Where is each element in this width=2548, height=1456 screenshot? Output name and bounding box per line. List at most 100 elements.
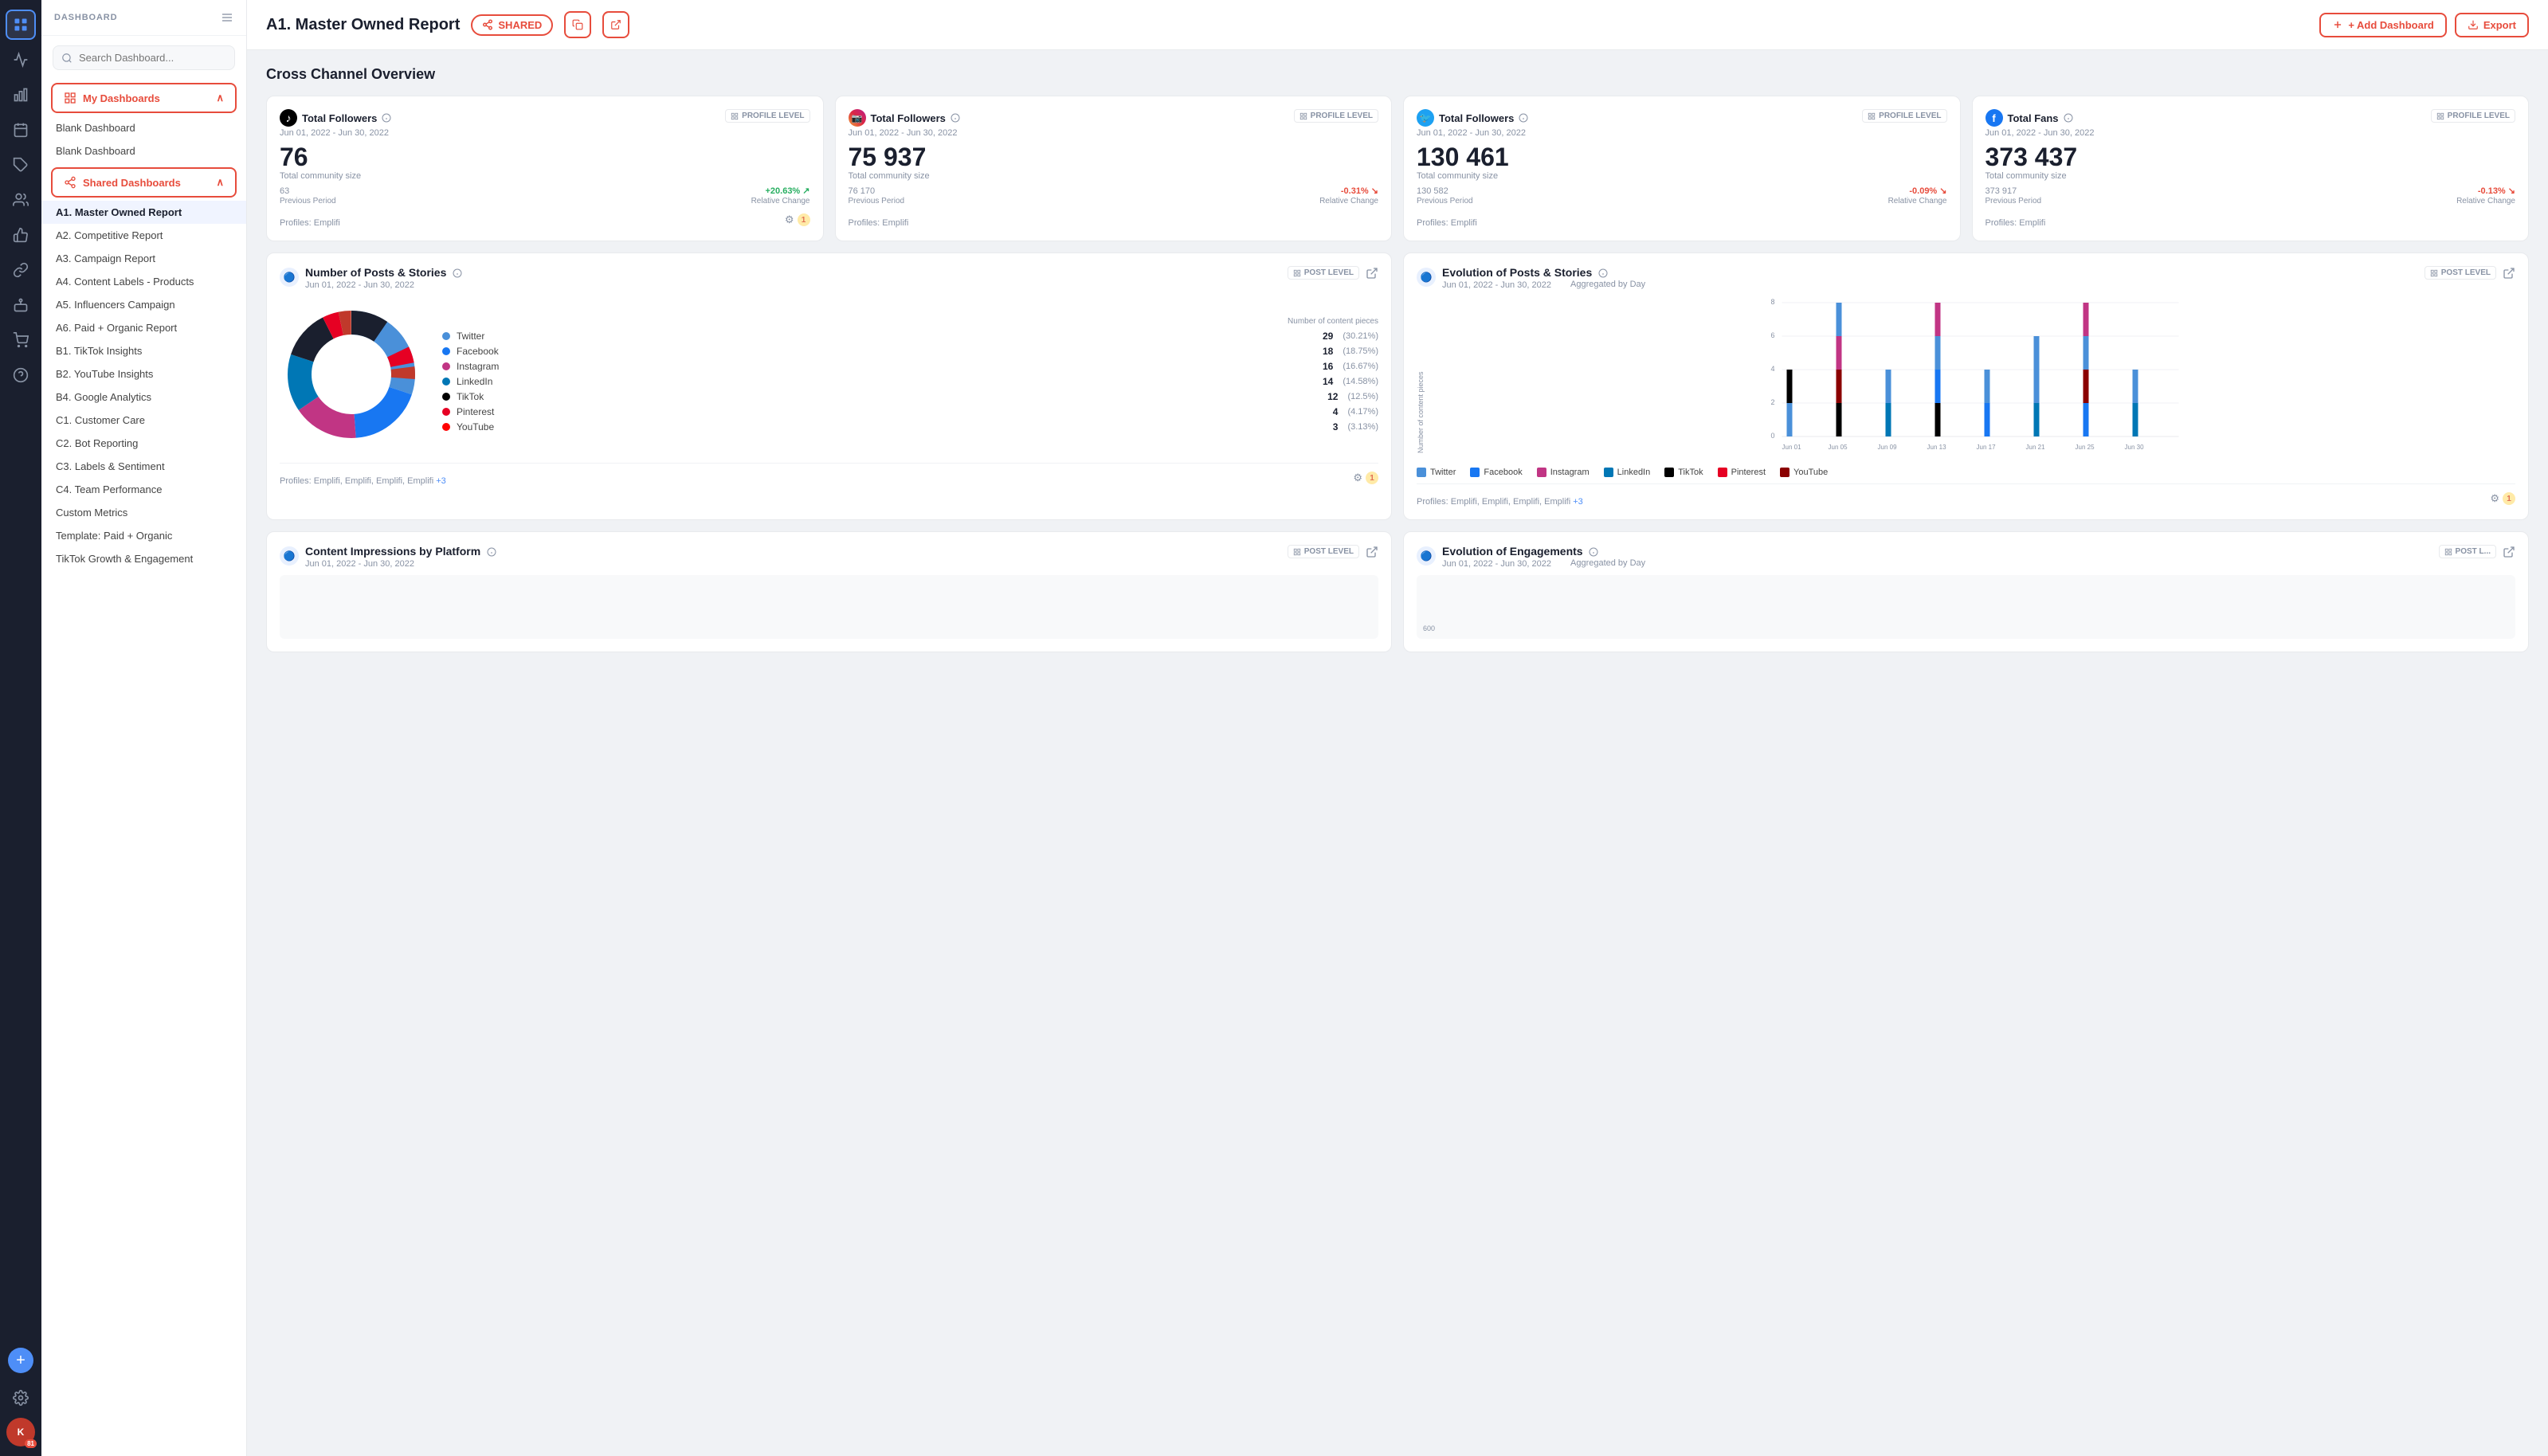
sidebar-item-custom-metrics[interactable]: Custom Metrics (41, 501, 246, 524)
content-area: Cross Channel Overview ♪ Total Followers… (247, 50, 2548, 1456)
section-title: Cross Channel Overview (266, 66, 2529, 83)
nav-icon-link[interactable] (6, 255, 36, 285)
info-icon (1519, 113, 1528, 123)
export-bar-chart-icon[interactable] (2503, 267, 2515, 280)
my-dashboards-section[interactable]: My Dashboards ∧ (51, 83, 237, 113)
nav-icon-help[interactable] (6, 360, 36, 390)
svg-text:Jun 09: Jun 09 (1878, 444, 1898, 451)
shared-badge[interactable]: SHARED (471, 14, 553, 36)
sidebar-item-blank2[interactable]: Blank Dashboard (41, 139, 246, 162)
tiktok-platform-icon: ♪ (280, 109, 297, 127)
chevron-up-icon: ∧ (216, 92, 224, 104)
sidebar-item-c2[interactable]: C2. Bot Reporting (41, 432, 246, 455)
sidebar-item-a1[interactable]: A1. Master Owned Report (41, 201, 246, 224)
bar-chart-svg: 8 6 4 2 0 (1428, 296, 2515, 456)
sidebar-item-a6[interactable]: A6. Paid + Organic Report (41, 316, 246, 339)
instagram-platform-icon: 📷 (849, 109, 866, 127)
profiles-more2[interactable]: +3 (1573, 497, 1583, 507)
post-level-icon4 (2444, 548, 2452, 556)
nav-icon-settings[interactable] (6, 1383, 36, 1413)
bar-chart-legend: Twitter Facebook Instagram LinkedIn TikT… (1417, 468, 2515, 477)
svg-text:8: 8 (1771, 298, 1775, 306)
legend-row-facebook: Facebook 18 (18.75%) (442, 346, 1378, 357)
top-bar-actions: + Add Dashboard Export (2319, 13, 2529, 37)
post-level-badge: POST LEVEL (1288, 266, 1359, 280)
nav-icon-grid[interactable] (6, 10, 36, 40)
search-input[interactable] (53, 45, 235, 70)
nav-icon-tag[interactable] (6, 150, 36, 180)
sidebar-search (41, 36, 246, 80)
copy-button[interactable] (564, 11, 591, 38)
plus-icon (2332, 19, 2343, 30)
external-link-button[interactable] (602, 11, 629, 38)
nav-icon-chart[interactable] (6, 45, 36, 75)
nav-icon-bar[interactable] (6, 80, 36, 110)
chevron-down-icon: ∧ (216, 176, 224, 189)
export-impressions-icon[interactable] (1366, 546, 1378, 558)
engagements-chart-partial: 600 (1417, 575, 2515, 639)
export-chart-icon[interactable] (1366, 267, 1378, 280)
info-icon (1598, 268, 1608, 278)
sidebar-item-blank1[interactable]: Blank Dashboard (41, 116, 246, 139)
shared-dashboards-section[interactable]: Shared Dashboards ∧ (51, 167, 237, 198)
sidebar-item-template[interactable]: Template: Paid + Organic (41, 524, 246, 547)
profile-icon (1868, 112, 1876, 120)
chart-cards-row1: 🔵 Number of Posts & Stories Jun 01, 2022… (266, 252, 2529, 520)
sidebar-item-b4[interactable]: B4. Google Analytics (41, 386, 246, 409)
nav-icon-thumbs[interactable] (6, 220, 36, 250)
legend-row-twitter: Twitter 29 (30.21%) (442, 331, 1378, 342)
sidebar-item-b1[interactable]: B1. TikTok Insights (41, 339, 246, 362)
profile-icon (731, 112, 739, 120)
user-avatar[interactable]: K 81 (6, 1418, 35, 1446)
sidebar: DASHBOARD My Dashboards ∧ Blank Dashboar… (41, 0, 247, 1456)
dashboard-icon (64, 92, 76, 104)
nav-icon-bot[interactable] (6, 290, 36, 320)
export-button[interactable]: Export (2455, 13, 2529, 37)
copy-icon (572, 19, 583, 30)
sidebar-item-c3[interactable]: C3. Labels & Sentiment (41, 455, 246, 478)
add-dashboard-button[interactable]: + Add Dashboard (2319, 13, 2447, 37)
metric-card-facebook: f Total Fans Jun 01, 2022 - Jun 30, 2022… (1972, 96, 2530, 241)
chart-platform-icon: 🔵 (280, 268, 299, 287)
sidebar-item-c4[interactable]: C4. Team Performance (41, 478, 246, 501)
nav-icon-calendar[interactable] (6, 115, 36, 145)
sidebar-item-a3[interactable]: A3. Campaign Report (41, 247, 246, 270)
profile-level-badge: PROFILE LEVEL (725, 109, 809, 123)
sidebar-item-a5[interactable]: A5. Influencers Campaign (41, 293, 246, 316)
metric-cards-row: ♪ Total Followers Jun 01, 2022 - Jun 30,… (266, 96, 2529, 241)
profile-level-badge: PROFILE LEVEL (1862, 109, 1946, 123)
chart-settings-badge[interactable]: ⚙1 (1353, 472, 1378, 484)
icon-nav: + K 81 (0, 0, 41, 1456)
info-icon (1589, 547, 1598, 557)
twitter-platform-icon: 🐦 (1417, 109, 1434, 127)
nav-icon-users[interactable] (6, 185, 36, 215)
chart-card-donut: 🔵 Number of Posts & Stories Jun 01, 2022… (266, 252, 1392, 520)
post-level-icon2 (2430, 269, 2438, 277)
menu-collapse-icon[interactable] (221, 11, 233, 24)
settings-badge[interactable]: ⚙1 (785, 213, 810, 226)
info-icon (453, 268, 462, 278)
post-level-icon (1293, 269, 1301, 277)
svg-text:0: 0 (1771, 432, 1775, 440)
external-link-icon (610, 19, 621, 30)
export-engagements-icon[interactable] (2503, 546, 2515, 558)
post-level-badge3: POST LEVEL (1288, 545, 1359, 558)
post-level-badge2: POST LEVEL (2425, 266, 2496, 280)
sidebar-item-a2[interactable]: A2. Competitive Report (41, 224, 246, 247)
sidebar-item-c1[interactable]: C1. Customer Care (41, 409, 246, 432)
export-icon (2468, 19, 2479, 30)
svg-text:Jun 13: Jun 13 (1927, 444, 1947, 451)
my-dashboards-list: Blank Dashboard Blank Dashboard (41, 116, 246, 162)
chart-platform-icon3: 🔵 (280, 546, 299, 566)
post-level-icon3 (1293, 548, 1301, 556)
sidebar-item-a4[interactable]: A4. Content Labels - Products (41, 270, 246, 293)
add-button[interactable]: + (8, 1348, 33, 1373)
nav-icon-cart[interactable] (6, 325, 36, 355)
sidebar-item-tiktok[interactable]: TikTok Growth & Engagement (41, 547, 246, 570)
metric-card-tiktok: ♪ Total Followers Jun 01, 2022 - Jun 30,… (266, 96, 824, 241)
svg-text:Jun 21: Jun 21 (2026, 444, 2046, 451)
legend-row-tiktok: TikTok 12 (12.5%) (442, 391, 1378, 402)
chart-settings-badge2[interactable]: ⚙1 (2490, 492, 2515, 505)
sidebar-item-b2[interactable]: B2. YouTube Insights (41, 362, 246, 386)
profiles-more[interactable]: +3 (436, 476, 446, 486)
